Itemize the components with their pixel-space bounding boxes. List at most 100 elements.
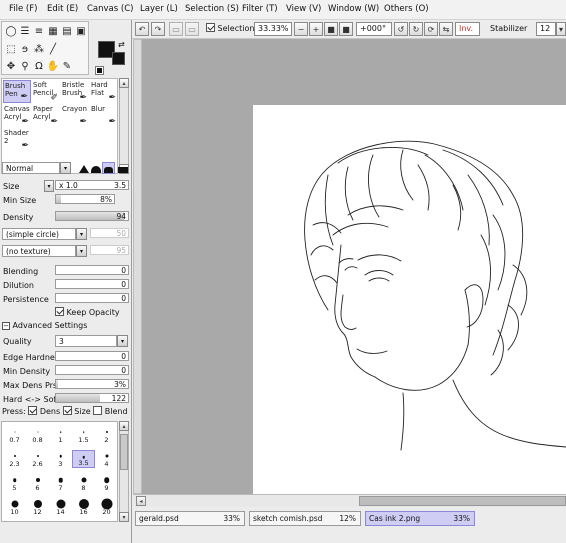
texture-strength-slider[interactable]: 95 (90, 245, 129, 255)
blending-slider[interactable]: 0 (55, 265, 129, 275)
grid-list-icon[interactable]: ▦ (46, 24, 60, 38)
brush-size-preset[interactable]: 0.8 (26, 426, 49, 444)
rotation-field[interactable]: +000° (356, 22, 392, 36)
hand-icon[interactable]: ✋ (46, 59, 60, 73)
flip-button[interactable]: ⇆ (439, 22, 453, 36)
panel-icon[interactable]: ▤ (60, 24, 74, 38)
shape-strength-slider[interactable]: 50 (90, 228, 129, 238)
brush-slot-canvas-acryl[interactable]: Canvas Acryl ✒ (3, 104, 31, 127)
quality-select[interactable]: 3 (55, 335, 117, 347)
canvas-paper[interactable] (253, 105, 566, 494)
brush-size-preset[interactable]: 5 (3, 474, 26, 492)
menu-layer[interactable]: Layer (L) (140, 4, 178, 14)
brush-size-preset[interactable]: 16 (72, 498, 95, 516)
magic-wand-icon[interactable]: ⁂ (32, 42, 46, 56)
canvas-area[interactable] (133, 39, 566, 494)
selection-checkbox[interactable] (206, 23, 215, 32)
rect-select-icon[interactable]: ⬚ (4, 42, 18, 56)
scrollbar-thumb[interactable] (359, 496, 566, 506)
edge-hardness-slider[interactable]: 0 (55, 351, 129, 361)
brush-size-preset[interactable]: 10 (3, 498, 26, 516)
rotate-view-icon[interactable]: Ω (32, 59, 46, 73)
zoom-icon[interactable]: ⚲ (18, 59, 32, 73)
brush-size-preset[interactable]: 8 (72, 474, 95, 492)
brush-size-preset[interactable]: 7 (49, 474, 72, 492)
scroll-left-icon[interactable]: ◂ (136, 496, 146, 506)
menu-canvas[interactable]: Canvas (C) (87, 4, 133, 14)
selection-toggle[interactable]: Selection (206, 23, 254, 33)
brush-slot-shader-2[interactable]: Shader 2 ✒ (3, 128, 31, 151)
persistence-slider[interactable]: 0 (55, 293, 129, 303)
stabilizer-dropdown[interactable]: ▾ (556, 22, 566, 36)
secondary-color-swatch[interactable] (112, 52, 125, 65)
brush-scrollbar[interactable] (119, 78, 129, 174)
brush-size-preset[interactable]: 2.3 (3, 450, 26, 468)
advanced-settings-toggle[interactable]: − Advanced Settings (2, 321, 87, 330)
min-size-slider[interactable]: 8% (55, 194, 115, 204)
brush-size-preset[interactable]: 3.5 (72, 450, 95, 468)
menu-edit[interactable]: Edit (E) (47, 4, 78, 14)
rotate-left-button[interactable]: ↺ (394, 22, 408, 36)
brush-slot-soft-pencil[interactable]: Soft Pencil ✐ (32, 80, 60, 103)
invert-button[interactable]: Inv. (455, 22, 480, 36)
eyedropper-icon[interactable]: ✎ (60, 59, 74, 73)
doc-tab-cas-ink-2[interactable]: Cas ink 2.png 33% (365, 511, 475, 526)
brush-shape-flat-icon[interactable] (117, 163, 128, 173)
menu-selection[interactable]: Selection (S) (185, 4, 239, 14)
min-density-slider[interactable]: 0 (55, 365, 129, 375)
chevron-down-icon[interactable]: ▾ (76, 245, 87, 257)
hamburger-icon[interactable]: ☰ (18, 24, 32, 38)
brush-shape-sharp-icon[interactable] (78, 163, 89, 173)
brush-slot-paper-acryl[interactable]: Paper Acryl ✒ (32, 104, 60, 127)
brush-shape-medium-icon[interactable] (90, 163, 101, 173)
size-slider[interactable]: x 1.0 3.5 (55, 180, 129, 190)
brush-shape-select[interactable]: (simple circle) (2, 228, 76, 240)
menu-others[interactable]: Others (O) (384, 4, 429, 14)
brush-slot-hard-flat[interactable]: Hard Flat ✒ (90, 80, 118, 103)
doc-tab-sketch-comish[interactable]: sketch comish.psd 12% (249, 511, 361, 526)
brush-slot-crayon[interactable]: Crayon ✒ (61, 104, 89, 127)
press-dens-checkbox[interactable] (28, 406, 38, 415)
chevron-down-icon[interactable]: ▾ (117, 335, 128, 347)
press-blend-checkbox[interactable] (93, 406, 103, 415)
menu-filter[interactable]: Filter (T) (242, 4, 278, 14)
brush-slot-brush-pen[interactable]: Brush Pen ✒ (3, 80, 31, 103)
zoom-fit-button[interactable]: ■ (339, 22, 353, 36)
brush-size-preset[interactable]: 9 (95, 474, 118, 492)
brush-size-preset[interactable]: 2 (95, 426, 118, 444)
scroll-down-icon[interactable]: ▾ (119, 512, 129, 522)
swap-colors-icon[interactable]: ⇄ (118, 40, 125, 49)
scrollbar-thumb[interactable] (120, 434, 128, 470)
menu-view[interactable]: View (V) (286, 4, 321, 14)
invert-selection-button[interactable]: ▭ (185, 22, 199, 36)
max-dens-slider[interactable]: 3% (55, 379, 129, 389)
keep-opacity-checkbox[interactable] (55, 307, 64, 316)
canvas-horizontal-scrollbar[interactable]: ◂ (133, 494, 566, 507)
ellipse-select-icon[interactable]: ◯ (4, 24, 18, 38)
brush-size-preset[interactable]: 6 (26, 474, 49, 492)
blend-mode-select[interactable]: Normal (2, 162, 60, 174)
zoom-field[interactable]: 33.33% (254, 22, 292, 36)
hard-soft-slider[interactable]: 122 (55, 393, 129, 403)
rotate-right-button[interactable]: ↻ (409, 22, 423, 36)
brush-slot-blur[interactable]: Blur ✒ (90, 104, 118, 127)
eyedropper-small-icon[interactable]: ╱ (46, 42, 60, 56)
brush-size-preset[interactable]: 1.5 (72, 426, 95, 444)
brush-size-preset[interactable]: 14 (49, 498, 72, 516)
texture-select[interactable]: (no texture) (2, 245, 76, 257)
window-icon[interactable]: ▣ (74, 24, 88, 38)
menu-window[interactable]: Window (W) (328, 4, 379, 14)
size-mult-dropdown[interactable]: ▾ (44, 180, 54, 192)
menu-file[interactable]: File (F) (9, 4, 37, 14)
brush-size-preset[interactable]: 0.7 (3, 426, 26, 444)
zoom-in-button[interactable]: + (309, 22, 323, 36)
press-size-checkbox[interactable] (62, 406, 72, 415)
brush-size-preset[interactable]: 3 (49, 450, 72, 468)
brush-size-preset[interactable]: 2.6 (26, 450, 49, 468)
brush-size-preset[interactable]: 20 (95, 498, 118, 516)
brush-size-preset[interactable]: 4 (95, 450, 118, 468)
undo-button[interactable]: ↶ (135, 22, 149, 36)
density-slider[interactable]: 94 (55, 211, 129, 221)
scroll-up-icon[interactable]: ▴ (119, 78, 129, 88)
deselect-button[interactable]: ▭ (169, 22, 183, 36)
